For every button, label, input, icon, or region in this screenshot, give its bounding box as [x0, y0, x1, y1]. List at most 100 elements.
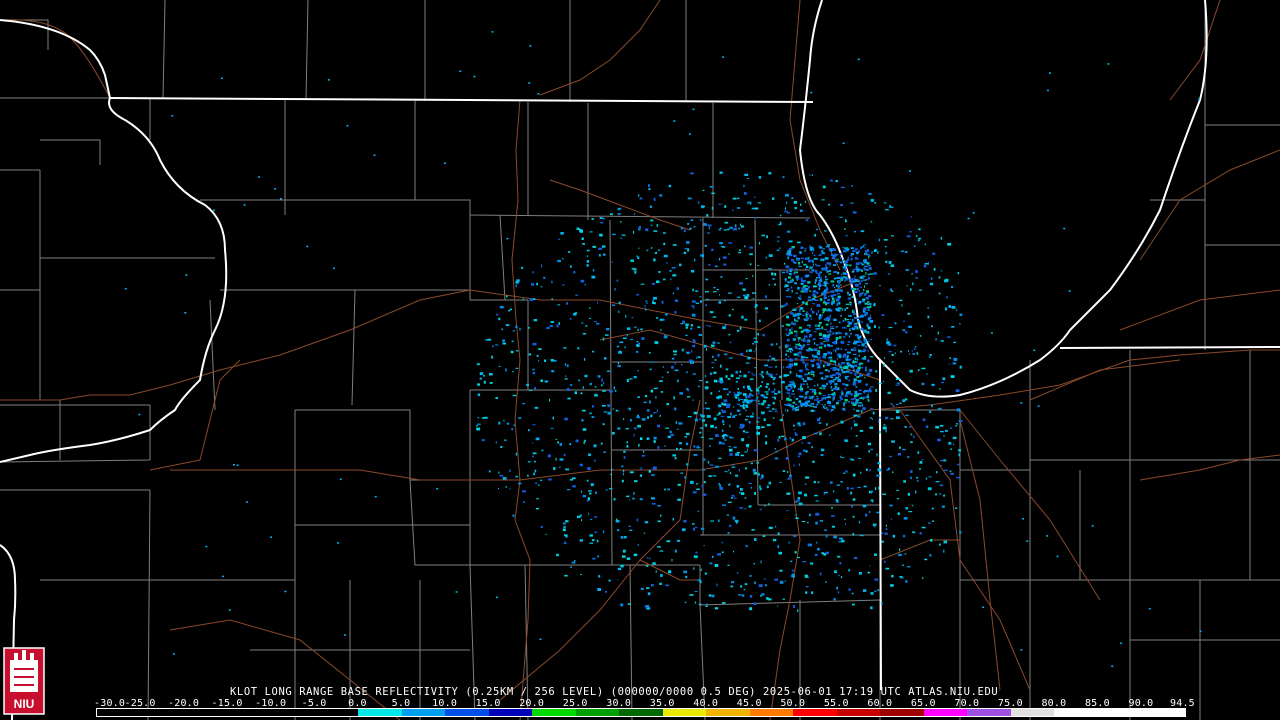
radar-echo-point: [817, 350, 821, 352]
radar-echo-point: [671, 365, 674, 369]
radar-echo-point: [895, 410, 900, 413]
radar-echo-point: [738, 413, 742, 416]
radar-echo-point: [829, 265, 831, 267]
radar-echo-point: [620, 536, 624, 539]
radar-echo-point: [890, 264, 895, 267]
radar-echo-point: [852, 533, 855, 536]
radar-echo-point: [867, 273, 871, 276]
radar-echo-point: [877, 462, 881, 465]
radar-echo-point: [740, 585, 743, 588]
radar-echo-point: [753, 471, 757, 475]
radar-echo-point: [850, 281, 853, 285]
radar-echo-point: [625, 427, 629, 430]
radar-echo-point: [709, 311, 714, 314]
radar-echo-point: [690, 172, 694, 175]
radar-echo-point: [839, 261, 843, 264]
radar-echo-point: [583, 441, 586, 444]
radar-echo-point: [811, 251, 814, 254]
radar-echo-point: [736, 377, 740, 379]
radar-echo-point: [483, 380, 486, 384]
radar-echo-point: [650, 414, 653, 418]
radar-echo-point: [881, 314, 885, 316]
radar-echo-point: [556, 324, 559, 328]
radar-echo-point: [946, 296, 948, 299]
radar-echo-point: [827, 316, 830, 320]
radar-echo-point: [752, 468, 756, 472]
radar-echo-point: [506, 295, 508, 298]
radar-echo-point: [837, 362, 840, 366]
radar-echo-point: [750, 462, 753, 465]
radar-echo-point: [804, 405, 808, 407]
radar-echo-point: [656, 280, 660, 283]
radar-echo-point: [949, 470, 952, 473]
radar-echo-point: [940, 430, 944, 433]
radar-echo-point: [856, 371, 859, 374]
radar-echo-point: [860, 280, 863, 282]
radar-echo-point: [812, 297, 815, 300]
radar-echo-point: [852, 250, 856, 252]
radar-echo-point: [787, 254, 789, 258]
radar-echo-point: [870, 198, 874, 202]
radar-echo-point: [833, 397, 835, 400]
radar-echo-point: [653, 258, 656, 262]
colorbar-segment: [358, 709, 402, 716]
radar-echo-point: [833, 598, 836, 601]
radar-echo-point: [515, 367, 519, 369]
radar-echo-point: [739, 491, 741, 494]
radar-echo-point: [751, 207, 756, 210]
radar-echo-point: [809, 334, 813, 337]
radar-echo-point: [804, 319, 808, 321]
radar-echo-point: [649, 368, 652, 371]
radar-echo-point: [767, 503, 770, 505]
radar-echo-point: [815, 521, 818, 525]
radar-echo-point: [809, 314, 812, 318]
radar-echo-point: [718, 228, 721, 231]
radar-echo-point: [694, 418, 698, 422]
radar-echo-point: [823, 318, 826, 321]
radar-echo-point: [867, 442, 871, 446]
radar-echo-point: [621, 479, 624, 483]
radar-echo-point: [886, 469, 889, 471]
radar-echo-point: [738, 251, 741, 254]
radar-echo-point: [894, 322, 897, 325]
radar-echo-point: [633, 268, 637, 271]
radar-echo-point: [502, 339, 505, 342]
radar-echo-point: [705, 402, 707, 404]
radar-echo-point: [785, 278, 787, 281]
radar-echo-point: [756, 396, 759, 399]
radar-echo-point: [617, 567, 622, 571]
radar-echo-point: [791, 405, 795, 408]
radar-echo-point: [544, 380, 549, 383]
radar-echo-point: [566, 388, 570, 391]
radar-echo-point: [771, 390, 775, 393]
radar-echo-point: [834, 253, 836, 256]
radar-echo-point: [674, 457, 677, 460]
radar-echo-point: [623, 450, 626, 453]
radar-echo-point: [846, 377, 848, 380]
radar-echo-point: [228, 609, 231, 611]
radar-echo-point: [740, 488, 743, 491]
radar-echo-point: [930, 277, 933, 280]
radar-echo-point: [763, 578, 766, 580]
radar-echo-point: [809, 174, 811, 176]
radar-echo-point: [875, 388, 878, 392]
radar-echo-point: [862, 504, 867, 508]
radar-echo-point: [957, 463, 960, 466]
radar-echo-point: [805, 392, 808, 395]
radar-echo-point: [570, 265, 572, 268]
radar-echo-point: [790, 286, 793, 289]
radar-echo-point: [646, 557, 649, 559]
radar-echo-point: [784, 210, 788, 213]
radar-echo-point: [803, 449, 806, 452]
radar-echo-point: [721, 429, 724, 432]
radar-echo-point: [833, 271, 838, 274]
radar-echo-point: [831, 328, 835, 329]
radar-echo-point: [900, 250, 904, 252]
radar-echo-point: [827, 401, 830, 404]
radar-echo-point: [807, 339, 809, 343]
radar-echo-point: [848, 322, 852, 325]
radar-echo-point: [784, 437, 787, 441]
radar-echo-point: [528, 353, 532, 356]
radar-echo-point: [868, 511, 871, 513]
radar-echo-point: [622, 337, 627, 340]
